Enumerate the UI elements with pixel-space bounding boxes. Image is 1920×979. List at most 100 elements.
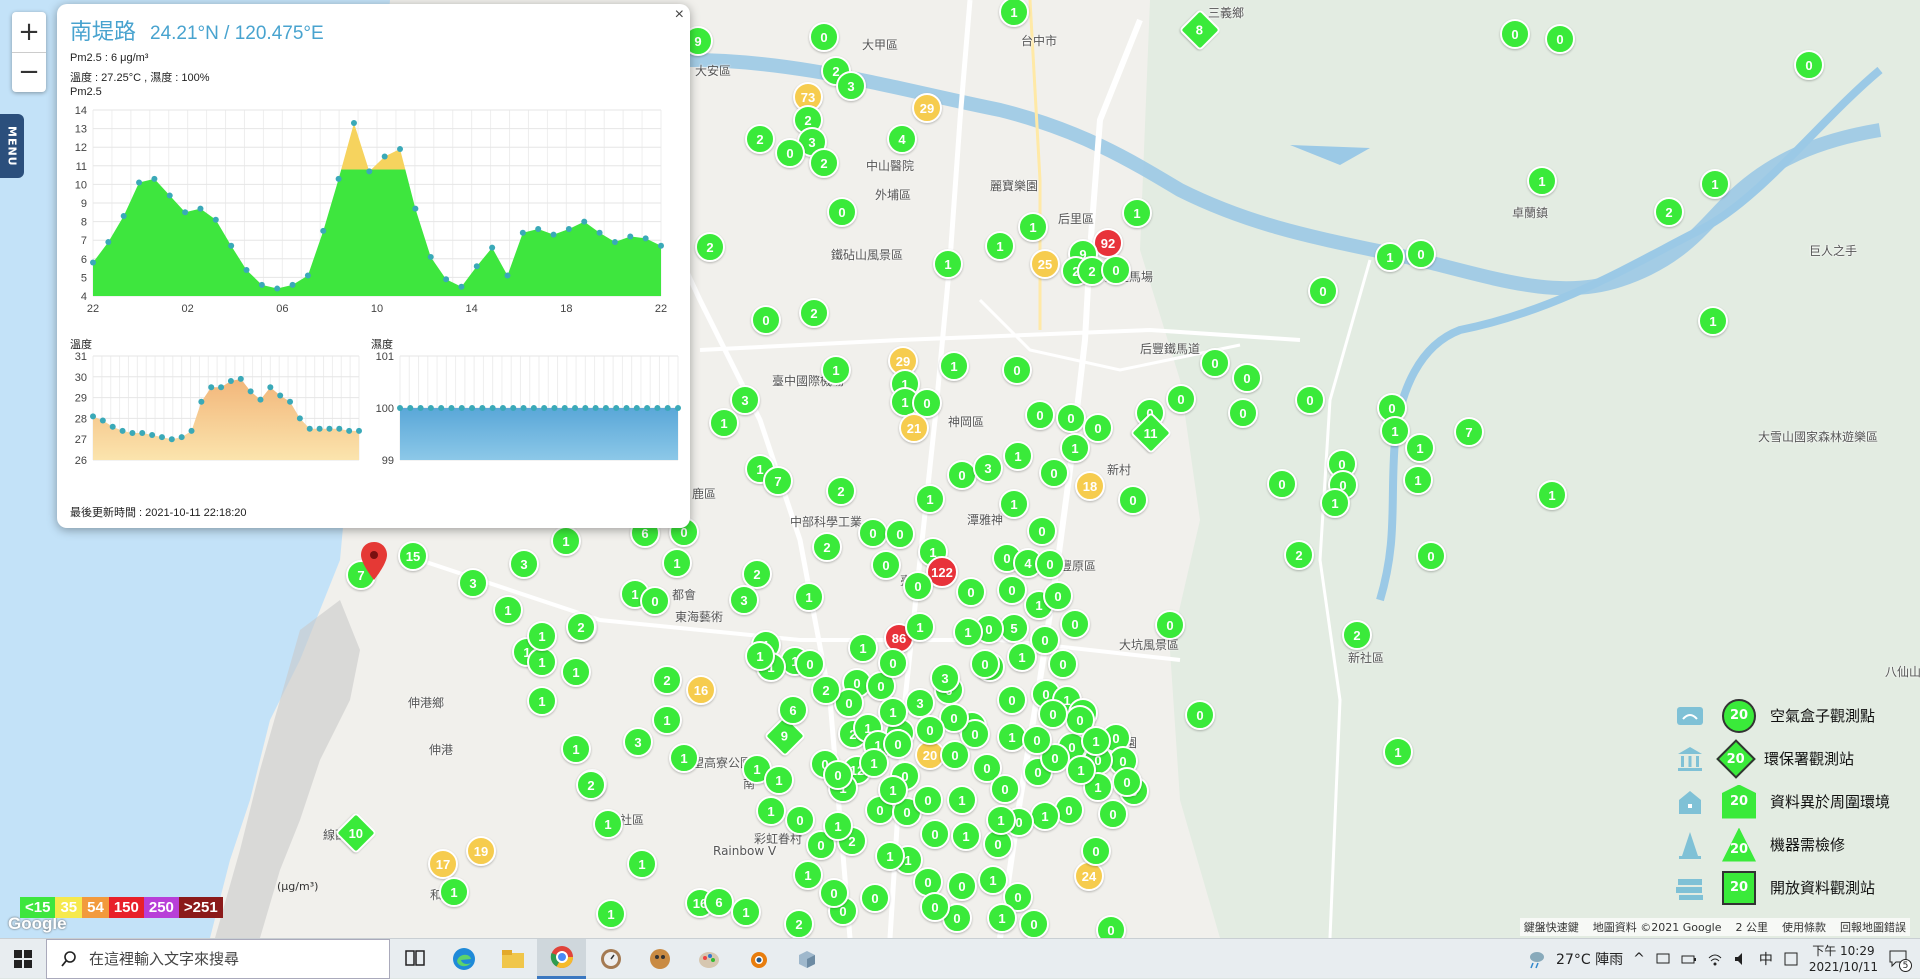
- chrome-icon[interactable]: [537, 938, 586, 979]
- station-marker[interactable]: 2: [1284, 540, 1314, 570]
- station-marker[interactable]: 0: [1056, 403, 1086, 433]
- station-marker[interactable]: 0: [883, 729, 913, 759]
- station-marker[interactable]: 2: [799, 298, 829, 328]
- station-marker[interactable]: 0: [1043, 581, 1073, 611]
- station-marker[interactable]: 1: [1003, 441, 1033, 471]
- station-marker[interactable]: 0: [1101, 255, 1131, 285]
- station-marker[interactable]: 17: [428, 849, 458, 879]
- station-marker[interactable]: 0: [1200, 348, 1230, 378]
- station-marker[interactable]: 1: [1018, 212, 1048, 242]
- station-marker[interactable]: 2: [652, 665, 682, 695]
- station-marker[interactable]: 1: [561, 734, 591, 764]
- station-marker[interactable]: 0: [997, 575, 1027, 605]
- 3d-app-icon[interactable]: [782, 939, 831, 979]
- file-explorer-icon[interactable]: [488, 939, 537, 979]
- station-marker[interactable]: 1: [709, 408, 739, 438]
- network-icon[interactable]: [1655, 951, 1671, 967]
- station-marker[interactable]: 0: [1308, 276, 1338, 306]
- station-marker[interactable]: 1: [1537, 480, 1567, 510]
- station-marker[interactable]: 3: [973, 453, 1003, 483]
- station-marker[interactable]: 1: [493, 595, 523, 625]
- station-marker[interactable]: 0: [1027, 516, 1057, 546]
- station-marker[interactable]: 0: [1035, 549, 1065, 579]
- station-marker[interactable]: 1: [1081, 726, 1111, 756]
- station-marker[interactable]: 1: [821, 355, 851, 385]
- station-marker[interactable]: 0: [903, 571, 933, 601]
- station-marker[interactable]: 0: [1022, 725, 1052, 755]
- menu-button[interactable]: MENU: [0, 114, 24, 178]
- station-marker[interactable]: 0: [997, 685, 1027, 715]
- station-marker[interactable]: 1: [1698, 306, 1728, 336]
- station-marker[interactable]: 1: [596, 899, 626, 929]
- station-marker[interactable]: 0: [913, 785, 943, 815]
- station-marker[interactable]: 1: [527, 647, 557, 677]
- station-marker[interactable]: 0: [920, 819, 950, 849]
- notification-icon[interactable]: 5: [1888, 948, 1912, 972]
- station-marker[interactable]: 1: [1700, 169, 1730, 199]
- station-marker[interactable]: 0: [885, 519, 915, 549]
- zoom-out-button[interactable]: −: [12, 53, 46, 93]
- station-marker[interactable]: 0: [1267, 469, 1297, 499]
- station-marker[interactable]: 0: [1118, 485, 1148, 515]
- station-marker[interactable]: 0: [1794, 50, 1824, 80]
- station-marker[interactable]: 0: [871, 550, 901, 580]
- station-marker[interactable]: 1: [848, 633, 878, 663]
- station-marker[interactable]: 0: [1112, 767, 1142, 797]
- station-marker[interactable]: 0: [1096, 915, 1126, 938]
- station-marker[interactable]: 0: [1039, 458, 1069, 488]
- station-marker[interactable]: 0: [775, 138, 805, 168]
- station-marker[interactable]: 2: [811, 675, 841, 705]
- ime-indicator[interactable]: 中: [1759, 949, 1773, 969]
- station-marker[interactable]: 3: [730, 385, 760, 415]
- station-marker[interactable]: 1: [985, 231, 1015, 261]
- map-canvas[interactable]: 三義鄉大甲區大安區外埔區中山醫院麗寶樂園后里區卓蘭鎮巨人之手鐵砧山風景區后里馬場…: [0, 0, 1920, 938]
- station-marker[interactable]: 29: [912, 93, 942, 123]
- station-marker[interactable]: 1: [987, 903, 1017, 933]
- station-marker[interactable]: 2: [745, 124, 775, 154]
- station-marker[interactable]: 2: [576, 770, 606, 800]
- station-marker[interactable]: 1: [878, 775, 908, 805]
- station-marker[interactable]: 1: [1403, 465, 1433, 495]
- station-marker[interactable]: 0: [1048, 649, 1078, 679]
- station-marker[interactable]: 1: [1527, 166, 1557, 196]
- clock-app-icon[interactable]: [586, 939, 635, 979]
- station-marker[interactable]: 25: [1030, 249, 1060, 279]
- station-marker[interactable]: 1: [875, 841, 905, 871]
- start-button[interactable]: [0, 939, 46, 979]
- station-marker[interactable]: 0: [1166, 384, 1196, 414]
- station-marker[interactable]: 1: [551, 526, 581, 556]
- station-marker[interactable]: 2: [695, 232, 725, 262]
- station-marker[interactable]: 1: [794, 582, 824, 612]
- station-marker[interactable]: 0: [1155, 610, 1185, 640]
- task-view-icon[interactable]: [390, 939, 439, 979]
- station-marker[interactable]: 6: [704, 887, 734, 917]
- station-marker[interactable]: 3: [836, 71, 866, 101]
- selected-location-pin-icon[interactable]: [361, 542, 387, 580]
- station-marker[interactable]: 0: [1416, 541, 1446, 571]
- wifi-icon[interactable]: [1707, 951, 1723, 967]
- station-marker[interactable]: 0: [1295, 385, 1325, 415]
- taskbar-clock[interactable]: 下午 10:29 2021/10/11: [1809, 943, 1878, 975]
- station-marker[interactable]: 1: [939, 351, 969, 381]
- blender-icon[interactable]: [733, 939, 782, 979]
- station-marker[interactable]: 0: [860, 883, 890, 913]
- station-marker[interactable]: 1: [859, 748, 889, 778]
- station-marker[interactable]: 1: [1383, 737, 1413, 767]
- station-marker[interactable]: 1: [1060, 433, 1090, 463]
- station-marker[interactable]: 1: [756, 796, 786, 826]
- station-marker[interactable]: 0: [1002, 355, 1032, 385]
- station-marker[interactable]: 1: [593, 809, 623, 839]
- station-marker[interactable]: 19: [466, 836, 496, 866]
- station-marker[interactable]: 0: [640, 586, 670, 616]
- station-marker[interactable]: 0: [785, 805, 815, 835]
- chevron-up-icon[interactable]: ^: [1633, 951, 1645, 967]
- station-marker[interactable]: 1: [561, 657, 591, 687]
- zoom-in-button[interactable]: +: [12, 12, 46, 53]
- station-marker[interactable]: 1: [627, 849, 657, 879]
- station-marker[interactable]: 1: [662, 548, 692, 578]
- station-marker[interactable]: 1: [823, 811, 853, 841]
- station-marker[interactable]: 1: [731, 897, 761, 927]
- station-marker[interactable]: 2: [784, 909, 814, 938]
- station-marker[interactable]: 4: [887, 124, 917, 154]
- station-marker[interactable]: 1: [745, 641, 775, 671]
